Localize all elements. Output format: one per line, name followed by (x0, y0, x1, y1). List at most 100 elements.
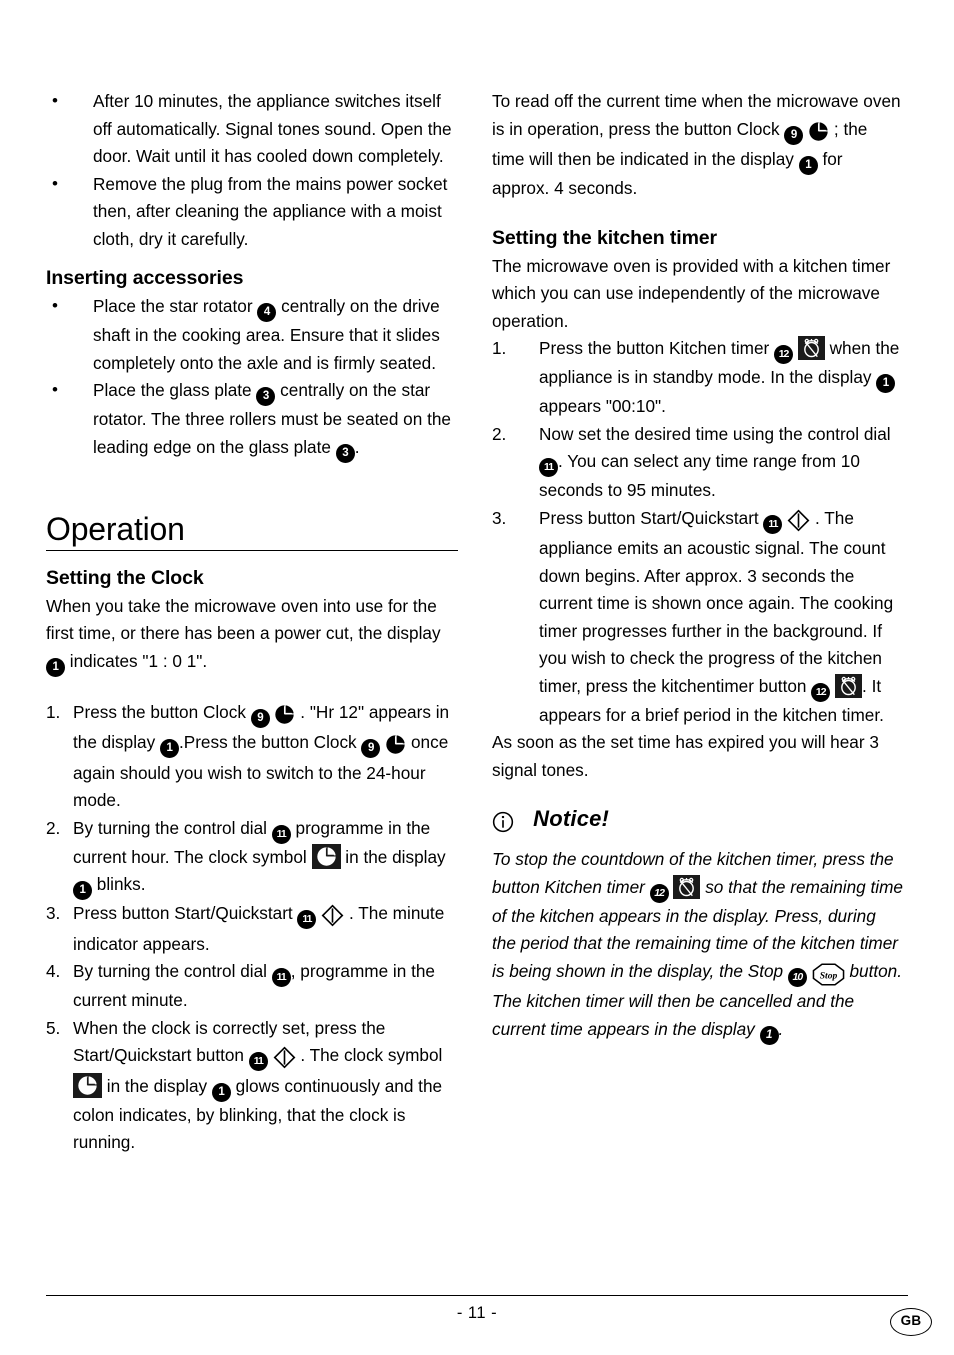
kitchen-timer-icon (673, 874, 701, 899)
step-number: 4. (46, 961, 61, 981)
step-text: in the display (106, 1075, 208, 1096)
step-number: 1. (46, 701, 61, 722)
step-number: 2. (492, 423, 507, 444)
setting-clock-steps: 1. Press the button Clock 9 . "Hr 12" ap… (46, 699, 458, 1157)
language-badge: GB (890, 1308, 932, 1336)
svg-text:Stop: Stop (819, 970, 837, 981)
notice-heading: Notice! (492, 804, 904, 837)
inserting-accessories-bullet-list: Place the star rotator 4 centrally on th… (46, 292, 458, 463)
part-number-1-icon: 1 (73, 881, 92, 900)
clock-pie-icon (385, 732, 406, 760)
part-number-11-icon: 11 (763, 514, 783, 534)
step-text: . You can select any time range from 10 … (539, 451, 860, 500)
step-text: .Press the button Clock (178, 732, 357, 752)
bullet-text: . (354, 436, 360, 457)
part-number-11-icon: 11 (271, 824, 291, 844)
step-text: Press button Start/Quickstart (73, 903, 293, 923)
list-item: 2. Now set the desired time using the co… (492, 421, 904, 505)
footer-rule (46, 1295, 908, 1296)
part-number-11-icon: 11 (539, 458, 558, 477)
page: After 10 minutes, the appliance switches… (0, 0, 954, 1355)
list-item: After 10 minutes, the appliance switches… (46, 87, 458, 171)
step-text: Press button Start/Quickstart (539, 507, 759, 528)
clock-symbol-display-icon (311, 843, 341, 869)
part-number-1-icon: 1 (876, 374, 896, 393)
kitchen-timer-steps: 1. Press the button Kitchen timer 12 whe… (492, 335, 904, 729)
clock-pie-icon (274, 702, 295, 730)
list-item: 1. Press the button Clock 9 . "Hr 12" ap… (46, 699, 458, 815)
part-number-10-icon: 10 (787, 967, 807, 987)
list-item: 1. Press the button Kitchen timer 12 whe… (492, 335, 904, 421)
read-current-time-paragraph: To read off the current time when the mi… (492, 88, 904, 203)
part-number-9-icon: 9 (784, 125, 804, 145)
step-text: By turning the control dial (73, 961, 267, 981)
top-bullet-list: After 10 minutes, the appliance switches… (46, 87, 458, 254)
setting-clock-intro: When you take the microwave oven into us… (46, 593, 458, 677)
list-item: 3. Press button Start/Quickstart 11 . Th… (492, 505, 904, 730)
notice-text: , the Stop (709, 960, 784, 981)
heading-inserting-accessories: Inserting accessories (46, 267, 244, 289)
step-number: 2. (46, 817, 61, 838)
bullet-text: After 10 minutes, the appliance switches… (93, 91, 452, 166)
part-number-12-icon: 12 (811, 682, 831, 702)
part-number-12-icon: 12 (649, 883, 669, 903)
part-number-11-icon: 11 (271, 968, 291, 987)
bullet-text: Place the glass plate (93, 380, 252, 400)
part-number-11-icon: 11 (248, 1052, 268, 1071)
part-number-11-icon: 11 (297, 910, 317, 929)
heading-operation: Operation (46, 510, 185, 547)
part-number-1-icon: 1 (159, 739, 179, 758)
step-number: 3. (46, 903, 61, 923)
list-item: 4. By turning the control dial 11, progr… (46, 958, 458, 1015)
list-item: 2. By turning the control dial 11 progra… (46, 815, 458, 900)
bullet-text: Place the star rotator (93, 296, 253, 316)
right-column: To read off the current time when the mi… (492, 88, 904, 1045)
step-text: . The clock symbol (300, 1045, 443, 1065)
step-text: in the display (345, 846, 446, 867)
notice-label: Notice! (533, 806, 610, 831)
notice-body: To stop the countdown of the kitchen tim… (492, 846, 904, 1045)
part-number-1-icon: 1 (759, 1025, 779, 1045)
step-text: blinks. (96, 874, 146, 894)
step-number: 1. (492, 338, 507, 358)
step-number: 5. (46, 1017, 61, 1038)
start-quickstart-diamond-icon (273, 1045, 296, 1073)
page-number: - 11 - (456, 1304, 498, 1322)
stop-button-icon: Stop (812, 961, 845, 989)
part-number-4-icon: 4 (257, 303, 277, 322)
paragraph-text: indicates "1 : 0 1". (69, 650, 208, 671)
step-text: Press the button Clock (73, 701, 246, 722)
step-number: 3. (492, 507, 507, 528)
step-text: Press the button Kitchen timer (539, 338, 770, 358)
list-item: Remove the plug from the mains power soc… (46, 170, 458, 254)
paragraph-text: When you take the microwave oven into us… (46, 595, 441, 644)
heading-setting-the-kitchen-timer: Setting the kitchen timer (492, 226, 718, 249)
kitchen-timer-icon (835, 673, 863, 698)
list-item: Place the glass plate 3 centrally on the… (46, 376, 458, 463)
start-quickstart-diamond-icon (321, 903, 344, 931)
kitchen-timer-icon (797, 336, 825, 360)
kitchen-timer-intro: The microwave oven is provided with a ki… (492, 255, 891, 331)
part-number-1-icon: 1 (798, 156, 818, 175)
list-item: 3. Press button Start/Quickstart 11 . Th… (46, 900, 458, 958)
part-number-3-icon: 3 (335, 443, 355, 463)
part-number-9-icon: 9 (250, 708, 270, 728)
step-text: appears "00:10". (539, 396, 666, 416)
heading-rule (46, 549, 458, 551)
clock-pie-icon (808, 119, 829, 147)
step-text: By turning the control dial (73, 817, 267, 838)
info-circle-icon (492, 807, 514, 837)
clock-symbol-display-icon (73, 1072, 102, 1098)
list-item: 5. When the clock is correctly set, pres… (46, 1015, 458, 1157)
start-quickstart-diamond-icon (787, 508, 810, 536)
part-number-12-icon: 12 (774, 345, 794, 364)
part-number-9-icon: 9 (361, 739, 381, 758)
notice-text: . (778, 1018, 784, 1039)
heading-setting-the-clock: Setting the Clock (46, 566, 204, 589)
part-number-1-icon: 1 (211, 1082, 231, 1102)
step-text: Now set the desired time using the contr… (539, 423, 891, 444)
kitchen-timer-outro: As soon as the set time has expired you … (492, 732, 879, 780)
